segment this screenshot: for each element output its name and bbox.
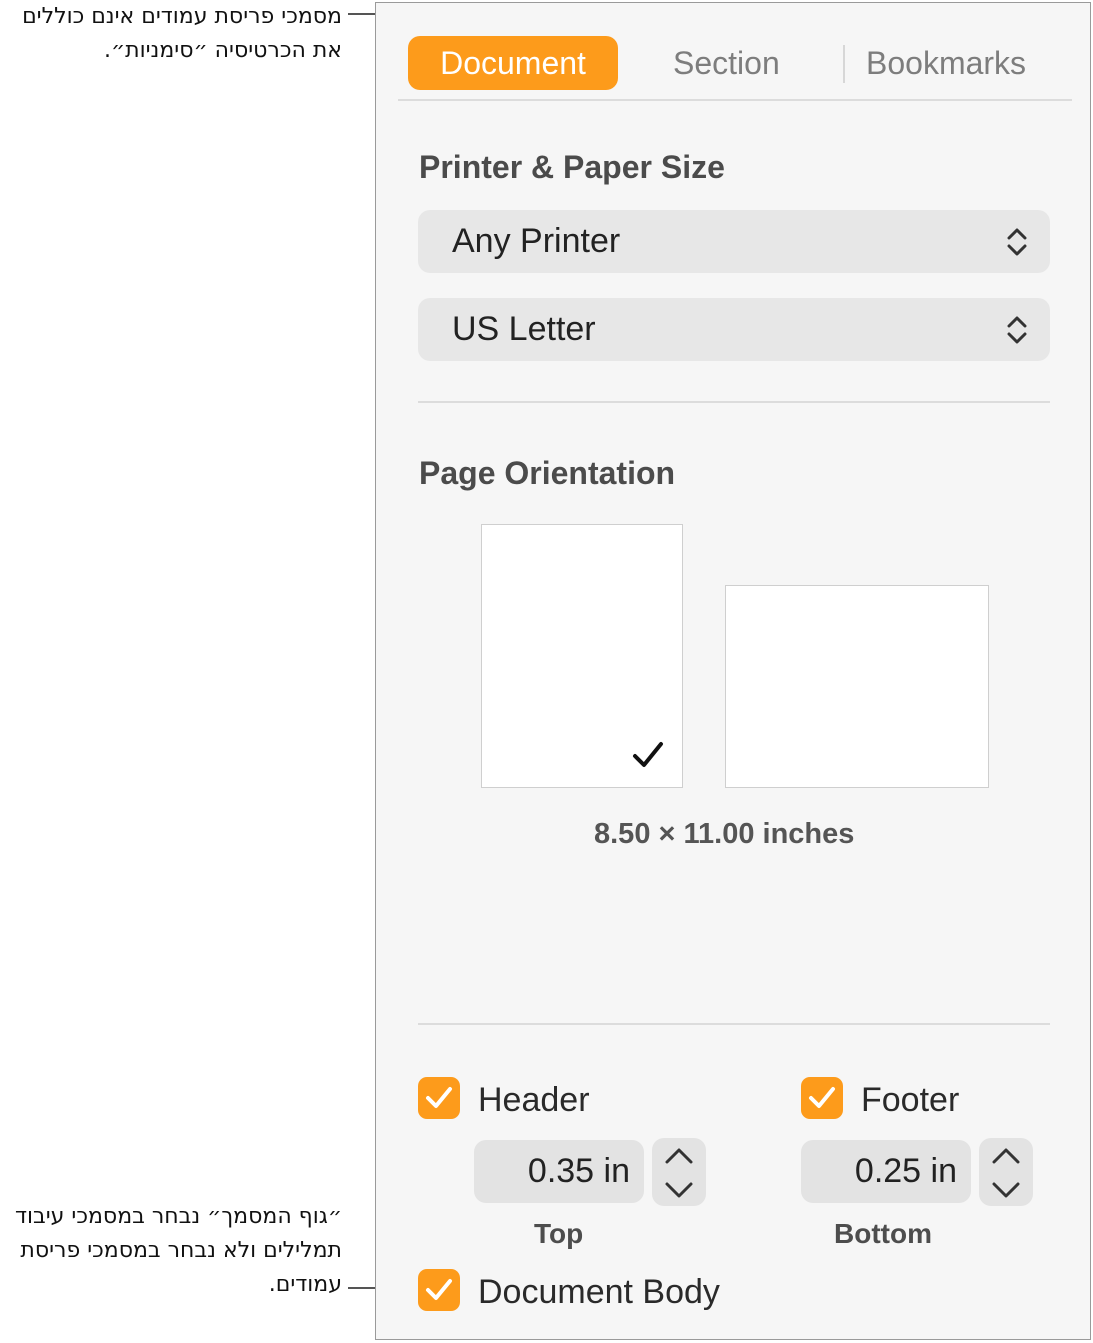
stepper-up-icon (992, 1148, 1020, 1164)
footer-label: Footer (861, 1081, 960, 1119)
section-divider (418, 1023, 1050, 1025)
portrait-orientation-button[interactable] (481, 524, 683, 788)
checkmark-icon (426, 1279, 452, 1300)
tab-divider (843, 45, 845, 83)
paper-size-popup[interactable]: US Letter (418, 298, 1050, 361)
header-checkbox[interactable] (418, 1077, 460, 1119)
printer-paper-size-title: Printer & Paper Size (419, 149, 725, 185)
header-label: Header (478, 1081, 590, 1119)
header-margin-field[interactable]: 0.35 in (474, 1140, 644, 1203)
printer-popup[interactable]: Any Printer (418, 210, 1050, 273)
checkmark-icon (809, 1087, 835, 1108)
page-orientation-title: Page Orientation (419, 455, 676, 491)
footer-stepper-down[interactable] (979, 1172, 1033, 1206)
stepper-up-icon (665, 1148, 693, 1164)
callout-tabs-note: מסמכי פריסת עמודים אינם כוללים את הכרטיס… (22, 4, 342, 63)
tab-document[interactable]: Document (408, 36, 618, 90)
document-body-checkbox[interactable] (418, 1269, 460, 1311)
popup-chevrons-icon (1007, 316, 1027, 344)
printer-popup-value: Any Printer (452, 222, 621, 260)
footer-checkbox[interactable] (801, 1077, 843, 1119)
header-margin-caption: Top (534, 1218, 584, 1249)
checkmark-icon (633, 742, 663, 767)
tab-section[interactable]: Section (673, 45, 780, 82)
footer-margin-field[interactable]: 0.25 in (801, 1140, 971, 1203)
tab-bookmarks[interactable]: Bookmarks (866, 45, 1026, 82)
tab-bar-divider (398, 99, 1072, 101)
header-stepper-up[interactable] (652, 1138, 706, 1172)
stepper-down-icon (992, 1182, 1020, 1198)
document-inspector-panel: Document Section Bookmarks Printer & Pap… (375, 2, 1091, 1340)
page-dimensions: 8.50 × 11.00 inches (594, 818, 855, 850)
stepper-down-icon (665, 1182, 693, 1198)
footer-margin-stepper (979, 1138, 1033, 1206)
callout-body-note: ״גוף המסמך״ נבחר במסמכי עיבוד תמלילים ול… (15, 1204, 342, 1297)
header-stepper-down[interactable] (652, 1172, 706, 1206)
popup-chevrons-icon (1007, 228, 1027, 256)
header-margin-stepper (652, 1138, 706, 1206)
document-body-label: Document Body (478, 1273, 720, 1311)
paper-size-popup-value: US Letter (452, 310, 596, 348)
footer-stepper-up[interactable] (979, 1138, 1033, 1172)
footer-margin-caption: Bottom (834, 1218, 932, 1249)
landscape-orientation-button[interactable] (725, 585, 989, 788)
section-divider (418, 401, 1050, 403)
checkmark-icon (426, 1087, 452, 1108)
